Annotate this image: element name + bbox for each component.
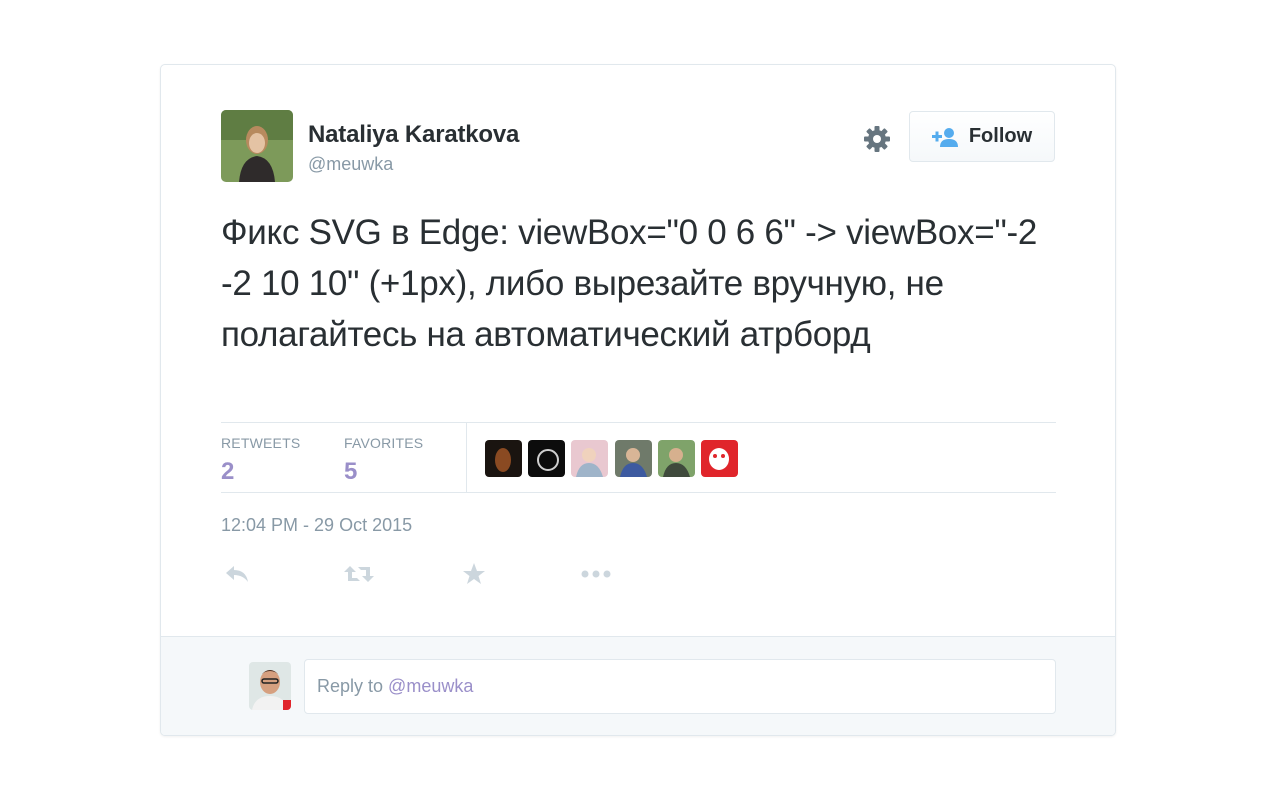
tweet-card: Nataliya Karatkova @meuwka Follow Фикс S… [160,64,1116,736]
favorites-label: FAVORITES [344,435,424,451]
reply-icon[interactable] [222,559,252,589]
reply-placeholder-prefix: Reply to [317,676,384,696]
favorites-count: 5 [344,458,358,485]
retweet-icon[interactable] [342,559,376,589]
more-icon[interactable] [581,559,611,589]
favoriter-avatar[interactable] [528,440,565,477]
author-avatar[interactable] [221,110,293,182]
author-full-name[interactable]: Nataliya Karatkova [308,121,519,149]
add-user-icon [931,127,958,147]
favoriter-avatar[interactable] [701,440,738,477]
reply-input[interactable]: Reply to @meuwka [304,659,1056,714]
favorites-stat[interactable]: FAVORITES 5 [344,435,423,486]
author-screen-name[interactable]: @meuwka [308,154,393,175]
current-user-avatar [249,662,291,710]
reply-placeholder-mention: @meuwka [388,676,474,696]
follow-button[interactable]: Follow [909,111,1055,162]
follow-button-label: Follow [968,125,1033,147]
retweets-label: RETWEETS [221,435,301,451]
retweets-stat[interactable]: RETWEETS 2 [221,435,300,486]
reply-area: Reply to @meuwka [161,636,1115,735]
stats-separator [466,423,467,493]
gear-icon[interactable] [861,123,893,155]
favoriter-avatar[interactable] [571,440,608,477]
divider-bottom [221,492,1056,493]
favoriter-avatar[interactable] [615,440,652,477]
favorite-icon[interactable] [459,559,489,589]
favoriter-avatar[interactable] [485,440,522,477]
divider-top [221,422,1056,423]
tweet-timestamp[interactable]: 12:04 PM - 29 Oct 2015 [221,515,412,536]
tweet-text: Фикс SVG в Edge: viewBox="0 0 6 6" -> vi… [221,213,1038,354]
favoriter-avatar[interactable] [658,440,695,477]
retweets-count: 2 [221,458,235,485]
